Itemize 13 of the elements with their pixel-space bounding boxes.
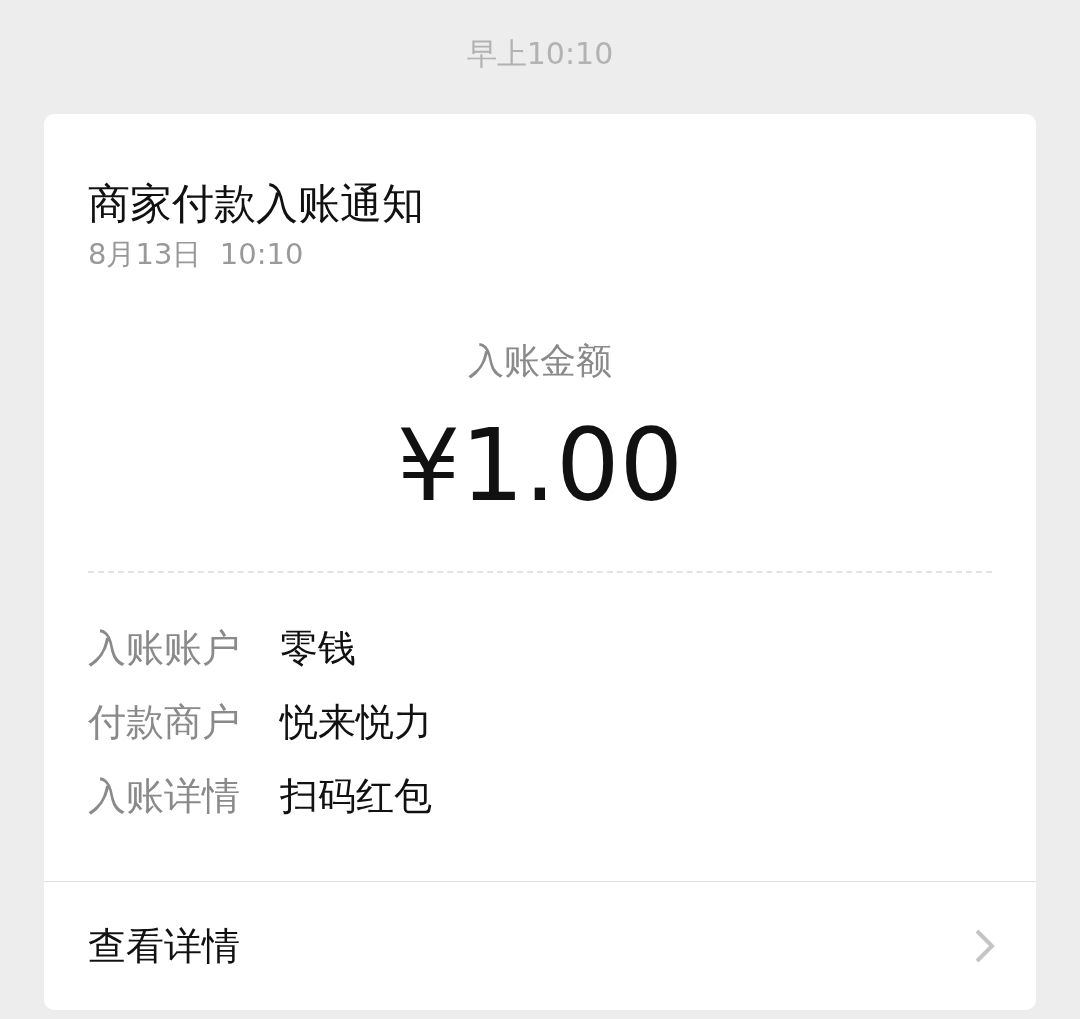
field-label: 入账详情 bbox=[88, 772, 241, 820]
field-label: 付款商户 bbox=[88, 698, 241, 746]
date-time: 8月13日 10:10 bbox=[88, 236, 304, 273]
card-title: 商家付款入账通知 bbox=[88, 178, 424, 230]
field-label: 入账账户 bbox=[88, 624, 241, 672]
timestamp: 早上10:10 bbox=[466, 36, 614, 71]
details-link[interactable]: 查看详情 bbox=[44, 881, 1036, 1010]
amount: ¥1.00 bbox=[396, 406, 684, 526]
field-value: 扫码红包 bbox=[280, 772, 432, 820]
field-value: 零钱 bbox=[280, 624, 356, 672]
field-value: 悦来悦力 bbox=[280, 698, 432, 746]
chevron-icon bbox=[974, 928, 996, 964]
amount-label: 入账金额 bbox=[468, 340, 612, 381]
